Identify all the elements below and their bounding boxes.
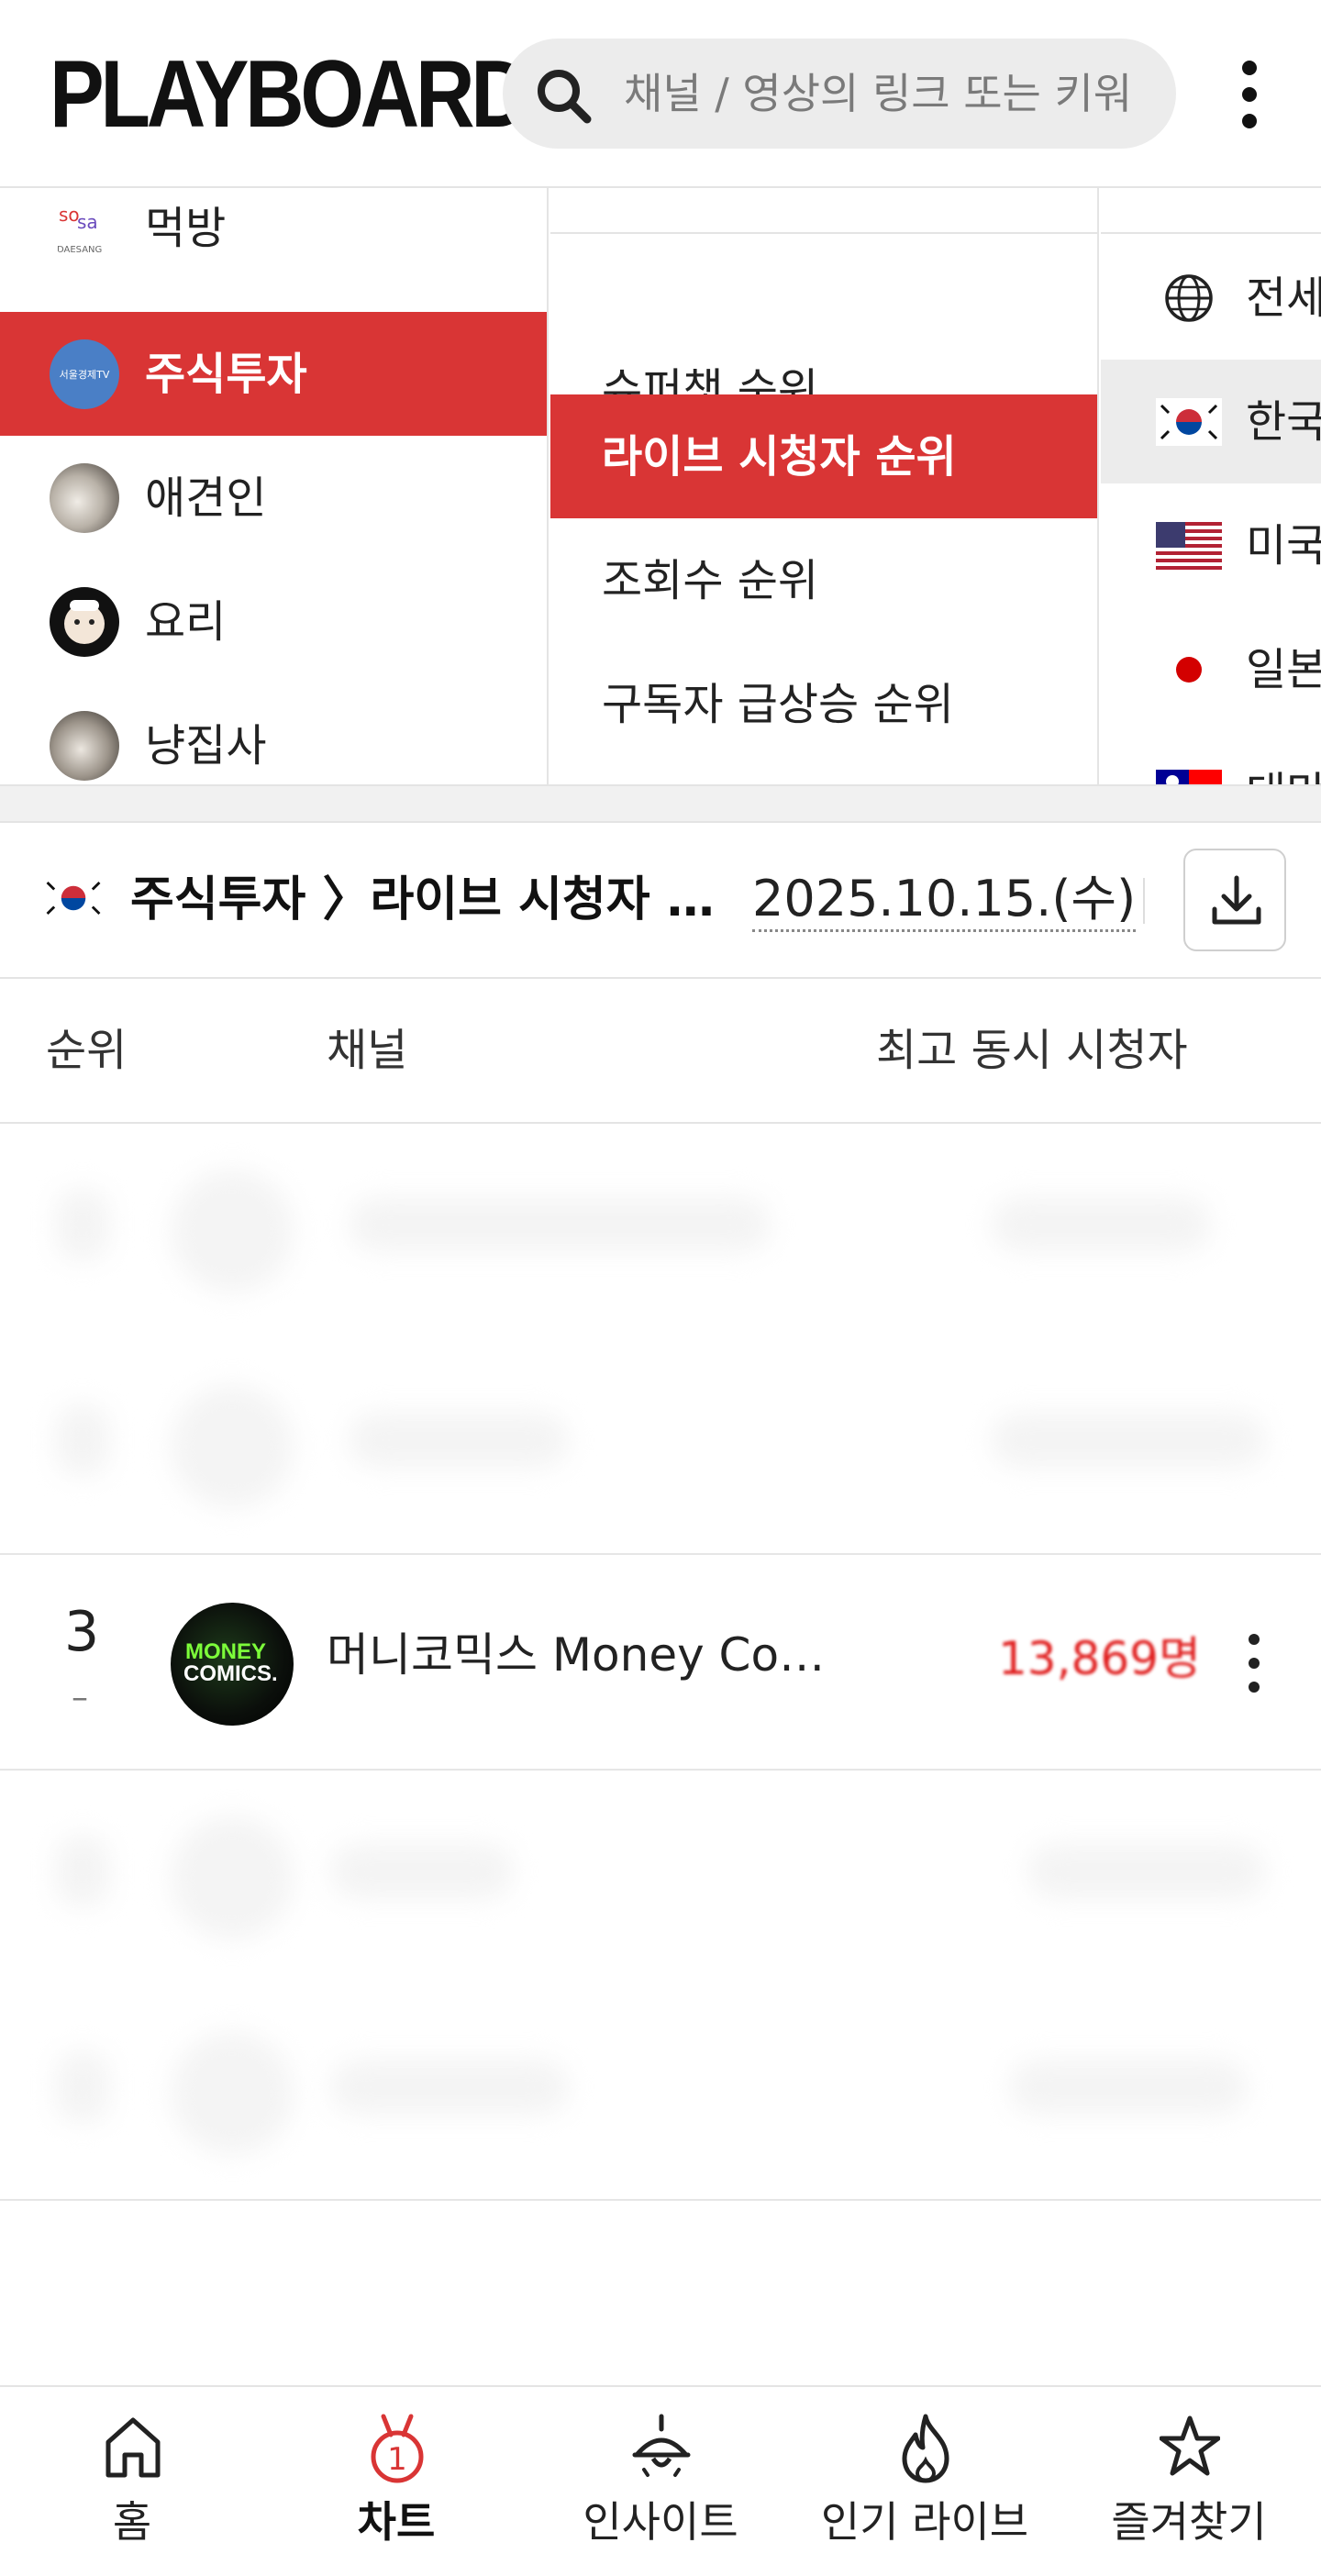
nav-chart[interactable]: 1 차트 bbox=[264, 2387, 528, 2576]
date-picker[interactable]: 2025.10.15.(수) bbox=[752, 869, 1137, 932]
ranking-type-list[interactable]: 슈퍼챗 순위 라이브 시청자 순위 조회수 순위 구독자 급상승 순위 bbox=[550, 188, 1099, 784]
more-menu-icon[interactable] bbox=[1229, 57, 1270, 132]
country-item-global[interactable]: 전세 bbox=[1101, 236, 1321, 360]
nav-label: 차트 bbox=[357, 2497, 436, 2547]
table-row-hidden bbox=[0, 1986, 1321, 2202]
insight-lamp-icon bbox=[632, 2414, 691, 2477]
category-label: 먹방 bbox=[145, 203, 227, 254]
nav-label: 즐겨찾기 bbox=[1111, 2497, 1267, 2547]
category-item-cooking[interactable]: 요리 bbox=[0, 560, 547, 683]
svg-text:sa: sa bbox=[77, 211, 98, 233]
country-item-us[interactable]: 미국 bbox=[1101, 483, 1321, 607]
category-avatar bbox=[50, 463, 119, 533]
fire-icon bbox=[902, 2414, 949, 2483]
filter-panels: so sa DAESANG 먹방 서울경제TV 주식투자 애견인 요리 냥집사 … bbox=[0, 188, 1321, 784]
ranking-label: 조회수 순위 bbox=[602, 555, 819, 606]
taiwan-flag-icon bbox=[1156, 770, 1222, 784]
search-input[interactable]: 채널 / 영상의 링크 또는 키워 bbox=[624, 68, 1156, 119]
category-label: 주식투자 bbox=[145, 349, 307, 400]
column-header-rank: 순위 bbox=[46, 1025, 128, 1076]
table-header: 순위 채널 최고 동시 시청자 bbox=[0, 979, 1321, 1124]
category-item-mukbang[interactable]: so sa DAESANG 먹방 bbox=[0, 188, 547, 290]
nav-insight[interactable]: 인사이트 bbox=[528, 2387, 793, 2576]
ranking-label: 구독자 급상승 순위 bbox=[602, 679, 954, 730]
chart-medal-icon: 1 bbox=[371, 2414, 424, 2483]
download-button[interactable] bbox=[1183, 849, 1286, 951]
download-icon bbox=[1212, 875, 1261, 925]
country-label: 전세 bbox=[1246, 272, 1321, 324]
search-icon bbox=[538, 70, 592, 124]
category-item-cat[interactable]: 냥집사 bbox=[0, 683, 547, 784]
category-item-dog[interactable]: 애견인 bbox=[0, 436, 547, 560]
country-item-japan[interactable]: 일본 bbox=[1101, 607, 1321, 731]
table-row-hidden bbox=[0, 1339, 1321, 1555]
column-header-channel: 채널 bbox=[327, 1025, 408, 1076]
rank-number: 3 bbox=[64, 1600, 100, 1664]
category-list[interactable]: so sa DAESANG 먹방 서울경제TV 주식투자 애견인 요리 냥집사 bbox=[0, 188, 549, 784]
divider bbox=[1143, 878, 1145, 924]
table-row[interactable]: 3 – MONEY COMICS. 머니코믹스 Money Com… 13,86… bbox=[0, 1555, 1321, 1771]
channel-name[interactable]: 머니코믹스 Money Com… bbox=[327, 1627, 840, 1683]
breadcrumb: 주식투자 〉라이브 시청자 … bbox=[130, 872, 715, 927]
nav-label: 홈 bbox=[112, 2497, 152, 2547]
category-avatar bbox=[50, 711, 119, 781]
country-label: 미국 bbox=[1246, 520, 1321, 572]
nav-label: 인기 라이브 bbox=[820, 2497, 1029, 2547]
ranking-table: 3 – MONEY COMICS. 머니코믹스 Money Com… 13,86… bbox=[0, 1124, 1321, 2385]
playboard-logo[interactable]: PLAYBOARD bbox=[50, 44, 530, 145]
table-row-hidden bbox=[0, 1771, 1321, 1986]
divider bbox=[1101, 232, 1321, 234]
avatar-logo-text: COMICS. bbox=[183, 1661, 278, 1686]
country-label: 일본 bbox=[1246, 644, 1321, 695]
peak-viewers: 13,869명 bbox=[998, 1632, 1201, 1685]
search-bar[interactable]: 채널 / 영상의 링크 또는 키워 bbox=[503, 39, 1176, 149]
country-label: 대만 bbox=[1246, 766, 1321, 784]
globe-icon bbox=[1165, 274, 1213, 322]
category-label: 냥집사 bbox=[145, 720, 267, 772]
category-avatar bbox=[50, 587, 119, 657]
korea-flag-icon bbox=[1156, 398, 1222, 446]
divider bbox=[0, 2199, 1321, 2201]
category-label: 요리 bbox=[145, 596, 227, 648]
category-label: 애견인 bbox=[145, 472, 267, 524]
nav-popular-live[interactable]: 인기 라이브 bbox=[793, 2387, 1057, 2576]
divider bbox=[550, 232, 1097, 234]
us-flag-icon bbox=[1156, 522, 1222, 570]
country-label: 한국 bbox=[1246, 396, 1321, 448]
svg-text:서울경제TV: 서울경제TV bbox=[60, 369, 110, 381]
chart-title-row: 주식투자 〉라이브 시청자 … 2025.10.15.(수) bbox=[0, 823, 1321, 979]
country-item-korea[interactable]: 한국 bbox=[1101, 360, 1321, 483]
nav-favorites[interactable]: 즐겨찾기 bbox=[1057, 2387, 1321, 2576]
ranking-label: 라이브 시청자 순위 bbox=[602, 431, 957, 483]
nav-home[interactable]: 홈 bbox=[0, 2387, 264, 2576]
row-more-icon[interactable] bbox=[1240, 1630, 1268, 1698]
nav-label: 인사이트 bbox=[583, 2497, 738, 2547]
rank-change: – bbox=[72, 1679, 88, 1716]
svg-text:1: 1 bbox=[387, 2441, 407, 2478]
svg-text:DAESANG: DAESANG bbox=[57, 245, 102, 255]
japan-flag-icon bbox=[1176, 657, 1202, 683]
category-item-stocks[interactable]: 서울경제TV 주식투자 bbox=[0, 312, 547, 436]
ranking-item-subscriber-surge[interactable]: 구독자 급상승 순위 bbox=[550, 642, 1097, 766]
country-item-taiwan[interactable]: 대만 bbox=[1101, 731, 1321, 784]
country-list[interactable]: 전세 한국 미국 일본 bbox=[1101, 188, 1321, 784]
ranking-item-live-viewers-active[interactable]: 라이브 시청자 순위 bbox=[550, 394, 1097, 518]
home-icon bbox=[105, 2417, 161, 2478]
star-icon bbox=[1160, 2415, 1220, 2476]
table-row-hidden bbox=[0, 1124, 1321, 1339]
ranking-item-views[interactable]: 조회수 순위 bbox=[550, 518, 1097, 642]
channel-avatar[interactable]: MONEY COMICS. bbox=[171, 1603, 294, 1726]
bottom-navigation: 홈 1 차트 인사이트 인기 라이브 즐겨찾기 bbox=[0, 2385, 1321, 2576]
category-avatar: 서울경제TV bbox=[50, 339, 119, 409]
category-avatar: so sa DAESANG bbox=[50, 194, 119, 263]
korea-flag-icon bbox=[41, 875, 105, 921]
top-header: PLAYBOARD 채널 / 영상의 링크 또는 키워 bbox=[0, 0, 1321, 188]
column-header-viewers: 최고 동시 시청자 bbox=[876, 1025, 1188, 1076]
section-divider bbox=[0, 784, 1321, 823]
